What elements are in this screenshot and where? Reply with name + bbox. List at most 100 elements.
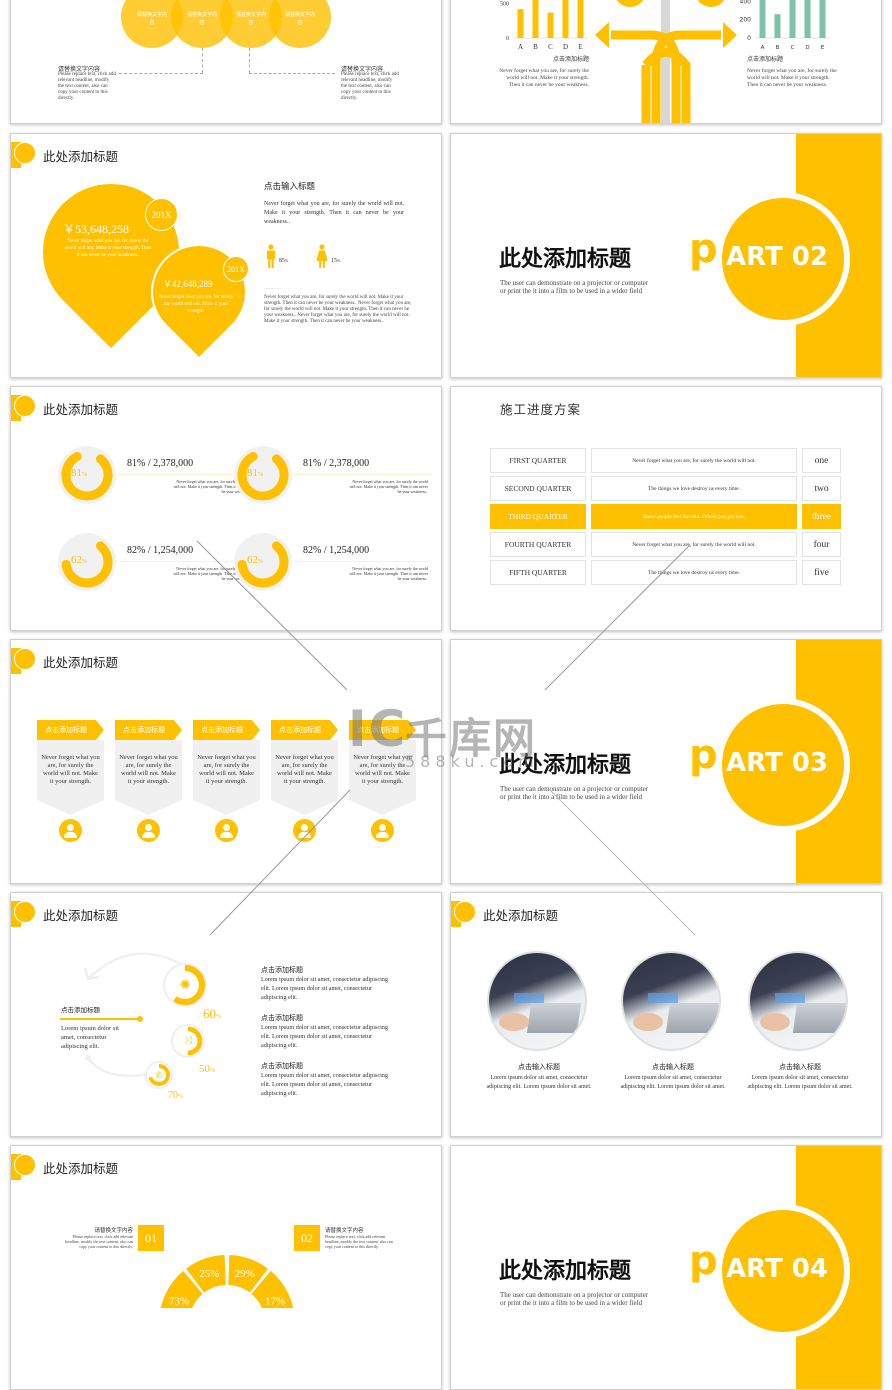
item-title: 点击添加标题 — [261, 966, 303, 974]
photo-body: Lorem ipsum dolor sit amet, consectetur … — [747, 1075, 853, 1090]
paper-shape — [648, 993, 678, 1003]
slide-progress-rings[interactable]: 此处添加标题 81% 81% / 2,378,000 Never forget wh… — [10, 386, 442, 631]
y-tick-label: 400 — [740, 0, 752, 5]
ribbon-card[interactable]: 点击添加标题 Never forget what you are, for sur… — [37, 720, 104, 815]
arrow-right-icon — [723, 22, 737, 48]
right-title: 请替换文字内容 — [325, 1228, 364, 1234]
ring-label: 70% — [168, 1090, 183, 1101]
quarter-cell: FOURTH QUARTER — [490, 532, 586, 557]
ribbon-card[interactable]: 点击添加标题 Never forget what you are, for sur… — [115, 720, 182, 815]
connector-line — [249, 73, 335, 74]
y-tick-label: 0 — [506, 36, 509, 42]
left-caption-body: Please replace text, click add relevant … — [58, 72, 116, 101]
network-icon: ✺ — [179, 977, 191, 993]
slide-ribbon-cards[interactable]: 此处添加标题 点击添加标题 Never forget what you are, … — [10, 639, 442, 884]
paper-shape — [514, 993, 544, 1003]
slide-schedule-table[interactable]: 施工进度方案 FIRST QUARTER Never forget what yo… — [450, 386, 882, 631]
divider — [291, 561, 431, 562]
ribbon-card[interactable]: 点击添加标题 Never forget what you are, for sur… — [193, 720, 260, 815]
photo-circle — [748, 951, 848, 1051]
paper-shape — [775, 993, 805, 1003]
user-icon — [59, 819, 82, 842]
shuffle-icon: ⤨ — [183, 1035, 193, 1046]
connector-line — [202, 48, 203, 73]
part-title: 此处添加标题 — [499, 1259, 632, 1284]
divider — [291, 474, 431, 475]
ring-value: 81 — [247, 467, 258, 479]
slide-title: 施工进度方案 — [500, 402, 582, 417]
ring-value: 50 — [199, 1063, 210, 1075]
user-icon — [137, 819, 160, 842]
ring-label: 62% — [247, 554, 263, 566]
segment-label: 17% — [265, 1296, 285, 1308]
y-tick-label: 200 — [740, 17, 752, 24]
item-title: 点击添加标题 — [261, 1014, 303, 1022]
left-title: 点击添加标题 — [552, 56, 589, 63]
bar — [759, 0, 766, 38]
female-icon — [316, 244, 328, 268]
user-icon — [215, 819, 238, 842]
number-badge: 02 — [294, 1225, 320, 1251]
x-tick-label: C — [548, 43, 553, 51]
bar — [819, 0, 826, 39]
laptop-shape — [792, 1003, 846, 1033]
slide-photo-circles[interactable]: 此处添加标题 点击输入标题 Lorem ipsum dolor sit amet,… — [450, 892, 882, 1137]
part-subtitle: The user can demonstrate on a projector … — [500, 279, 649, 295]
slide-title: 此处添加标题 — [43, 908, 119, 923]
half-donut-chart: 73% 25% 29% 17% — [160, 1255, 294, 1308]
year-badge: 201X — [223, 256, 249, 282]
photo-circle — [621, 951, 721, 1051]
slide-drops[interactable]: 此处添加标题 201X ￥53,648,258 Never forget wha… — [10, 133, 442, 378]
slide-venn[interactable]: 请替换文字内容 请替换文字内容 请替换文字内容 请替换文字内容 请替换文字内容 … — [10, 0, 442, 124]
x-tick-label: A — [761, 45, 765, 51]
left-title: 请替换文字内容 — [94, 1228, 133, 1234]
ribbon-label: 点击添加标题 — [271, 720, 338, 740]
right-bar-chart: 0 200 400 A B C D E — [740, 0, 830, 51]
venn-label: 请替换文字内容 — [284, 12, 315, 26]
slide-cycle-rings[interactable]: 此处添加标题 点击添加标题 Lorem ipsum dolor sit amet… — [10, 892, 442, 1137]
heading: 点击输入标题 — [264, 182, 316, 192]
ribbon-body: Never forget what you are, for surely th… — [37, 740, 104, 815]
ribbon-label: 点击添加标题 — [193, 720, 260, 740]
right-title: 点击添加标题 — [747, 56, 784, 63]
drop1-body: Never forget what you are, for surely th… — [64, 239, 152, 258]
progress-body: Never forget what you are, for surely th… — [349, 479, 428, 494]
number-cell: one — [802, 448, 841, 473]
title-marker — [451, 901, 479, 929]
bar — [532, 0, 539, 38]
left-body: Never forget what you are, for surely th… — [499, 68, 589, 88]
male-pct: 85% — [279, 258, 289, 264]
segment-label: 25% — [199, 1268, 219, 1280]
title-marker — [11, 1154, 39, 1182]
ring-unit: % — [258, 472, 263, 478]
photo-circle — [487, 951, 587, 1051]
signpost-circle — [614, 0, 646, 7]
x-tick-label: E — [821, 45, 825, 51]
description-cell: The things we love destroy us every time… — [591, 560, 797, 585]
ribbon-label: 点击添加标题 — [37, 720, 104, 740]
amount-large: ￥53,648,258 — [63, 222, 130, 236]
y-tick-label: 0 — [747, 35, 751, 42]
bar — [577, 0, 584, 38]
ring-value: 62 — [71, 554, 82, 566]
bar — [789, 0, 796, 39]
crossroad-arrows — [595, 22, 737, 123]
bar — [804, 0, 811, 39]
watermark-url: 588ku.com — [405, 752, 539, 771]
ring-label: 50% — [199, 1063, 215, 1075]
ribbon-body: Never forget what you are, for surely th… — [193, 740, 260, 815]
title-marker — [11, 648, 39, 676]
slide-part-02[interactable]: p ART 02 此处添加标题 The user can demonstrate… — [450, 133, 882, 378]
title-marker — [11, 142, 39, 170]
ribbon-card[interactable]: 点击添加标题 Never forget what you are, for sur… — [271, 720, 338, 815]
user-icon — [371, 819, 394, 842]
number-cell: four — [802, 532, 841, 557]
title-marker — [11, 395, 39, 423]
slide-crossroad[interactable]: 0 500 A B C D E 0 200 400 A B C D E 点击添加标题 Never forg… — [450, 0, 882, 124]
progress-ring — [234, 533, 292, 591]
slide-part-04[interactable]: p ART 04 此处添加标题 The user can demonstrate… — [450, 1145, 882, 1390]
quarter-cell: FIRST QUARTER — [490, 448, 586, 473]
slide-half-donut[interactable]: 此处添加标题 01 请替换文字内容 Please replace text, c… — [10, 1145, 442, 1390]
male-icon — [267, 244, 275, 268]
number-cell: three — [802, 504, 841, 529]
